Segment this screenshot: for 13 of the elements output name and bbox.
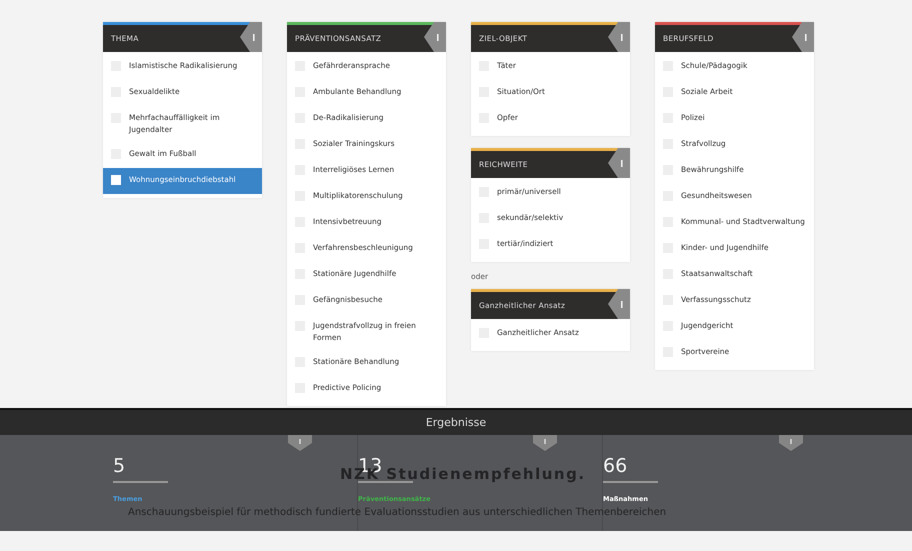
stat-value: 66 [603,455,658,483]
info-icon[interactable] [288,435,312,451]
stat-value: 5 [113,455,168,483]
info-icon[interactable] [779,435,803,451]
info-icon[interactable] [608,22,630,52]
info-icon[interactable] [533,435,557,451]
info-icon[interactable] [424,22,446,52]
info-icon[interactable] [608,148,630,178]
info-icon[interactable] [608,289,630,319]
checkbox[interactable] [111,175,121,185]
info-icon[interactable] [792,22,814,52]
info-icon[interactable] [240,22,262,52]
results-header: Ergebnisse [0,408,912,435]
